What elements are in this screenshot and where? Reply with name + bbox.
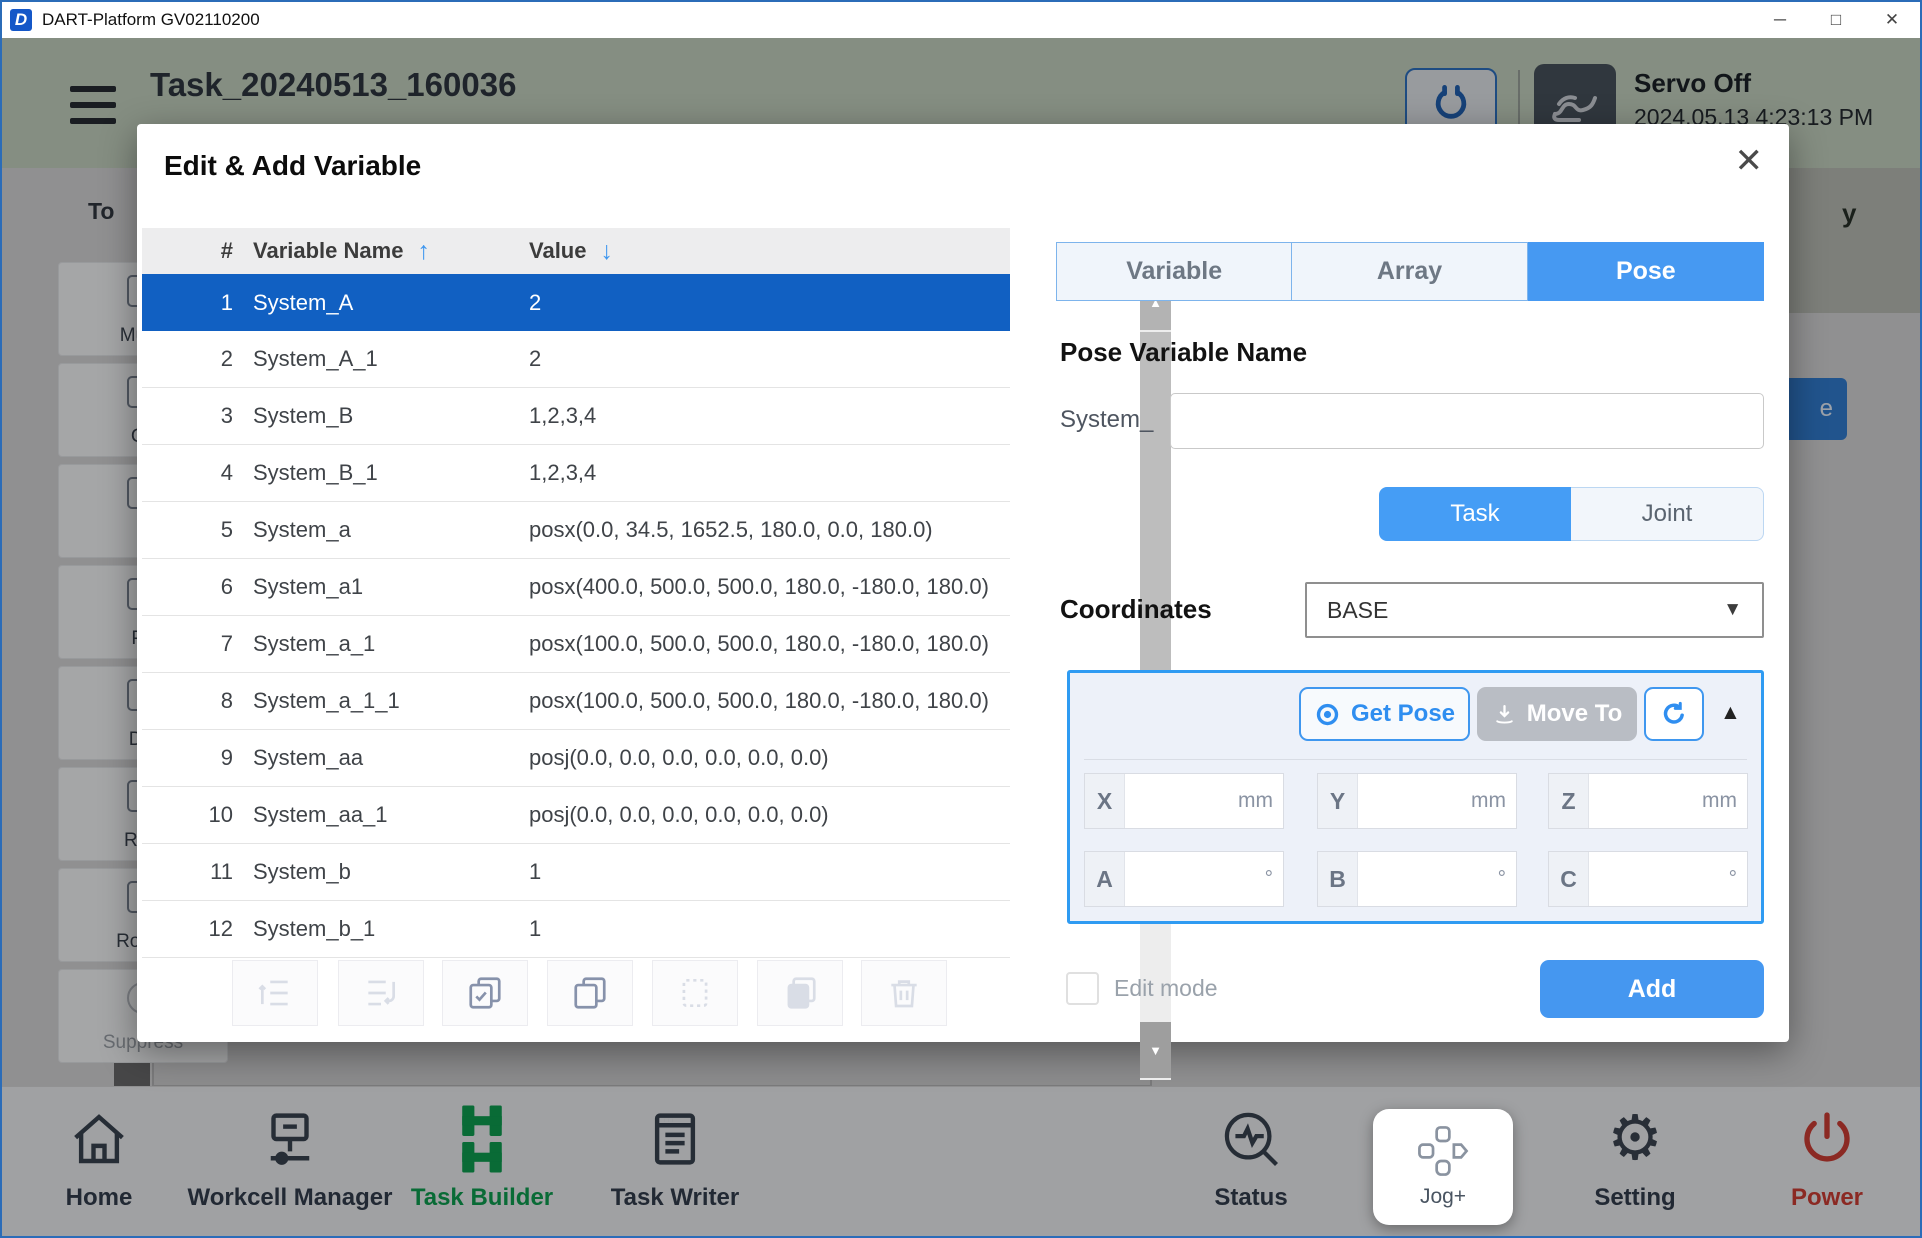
dialog-title: Edit & Add Variable xyxy=(164,150,421,182)
copy-icon xyxy=(571,974,609,1012)
col-header-index[interactable]: # xyxy=(142,238,237,264)
table-row[interactable]: 5 System_a posx(0.0, 34.5, 1652.5, 180.0… xyxy=(142,502,1010,559)
table-row[interactable]: 12 System_b_1 1 xyxy=(142,901,1010,958)
edit-mode-checkbox[interactable] xyxy=(1066,972,1099,1005)
table-row[interactable]: 8 System_a_1_1 posx(100.0, 500.0, 500.0,… xyxy=(142,673,1010,730)
delete-row-button[interactable] xyxy=(861,960,947,1026)
refresh-icon xyxy=(1659,699,1689,729)
trash-icon xyxy=(885,974,923,1012)
sort-descending-icon[interactable]: ↓ xyxy=(600,237,613,266)
window-minimize-button[interactable]: ─ xyxy=(1752,2,1808,38)
app-window: D DART-Platform GV02110200 ─ □ ✕ Task_20… xyxy=(0,0,1922,1238)
close-icon[interactable]: ✕ xyxy=(1735,144,1764,178)
variable-table: # Variable Name ↑ Value ↓ 1 System_A 2 2… xyxy=(142,228,1010,958)
variable-name-prefix: System_ xyxy=(1060,406,1153,434)
pose-b-field: B ° xyxy=(1317,851,1517,907)
refresh-pose-button[interactable] xyxy=(1644,687,1704,741)
table-header-row: # Variable Name ↑ Value ↓ xyxy=(142,228,1010,274)
pose-z-input[interactable] xyxy=(1589,774,1702,828)
window-title: DART-Platform GV02110200 xyxy=(42,10,260,30)
tab-variable[interactable]: Variable xyxy=(1056,242,1292,301)
coordinates-label: Coordinates xyxy=(1060,594,1212,625)
table-row[interactable]: 1 System_A 2 xyxy=(142,274,1010,331)
coordinates-dropdown[interactable]: BASE ▼ xyxy=(1305,582,1764,638)
indent-return-icon xyxy=(362,974,400,1012)
paste-button[interactable] xyxy=(757,960,843,1026)
select-copy-button[interactable] xyxy=(442,960,528,1026)
table-row[interactable]: 7 System_a_1 posx(100.0, 500.0, 500.0, 1… xyxy=(142,616,1010,673)
pose-mode-toggle: Task Joint xyxy=(1379,487,1764,541)
dart-logo-icon: D xyxy=(10,9,32,31)
pose-z-field: Z mm xyxy=(1548,773,1748,829)
tab-array[interactable]: Array xyxy=(1292,242,1527,301)
pose-y-field: Y mm xyxy=(1317,773,1517,829)
table-row[interactable]: 4 System_B_1 1,2,3,4 xyxy=(142,445,1010,502)
paste-outline-icon xyxy=(676,974,714,1012)
pose-a-field: A ° xyxy=(1084,851,1284,907)
table-row[interactable]: 2 System_A_1 2 xyxy=(142,331,1010,388)
pose-variable-name-heading: Pose Variable Name xyxy=(1060,337,1307,368)
add-button[interactable]: Add xyxy=(1540,960,1764,1018)
mode-tab-task[interactable]: Task xyxy=(1379,487,1571,541)
table-row[interactable]: 3 System_B 1,2,3,4 xyxy=(142,388,1010,445)
target-icon xyxy=(1314,701,1341,728)
pose-panel-divider xyxy=(1084,759,1747,760)
window-maximize-button[interactable]: □ xyxy=(1808,2,1864,38)
col-header-value[interactable]: Value ↓ xyxy=(517,237,1010,266)
pose-c-input[interactable] xyxy=(1589,852,1729,906)
chevron-down-icon: ▼ xyxy=(1723,599,1742,621)
outdent-icon xyxy=(256,974,294,1012)
get-pose-button[interactable]: Get Pose xyxy=(1299,687,1470,741)
edit-add-variable-dialog: Edit & Add Variable ✕ # Variable Name ↑ … xyxy=(137,124,1789,1042)
edit-mode-label: Edit mode xyxy=(1114,975,1218,1002)
col-header-name[interactable]: Variable Name ↑ xyxy=(237,237,517,266)
sort-ascending-icon[interactable]: ↑ xyxy=(417,237,430,266)
pose-x-input[interactable] xyxy=(1125,774,1238,828)
outdent-row-button[interactable] xyxy=(232,960,318,1026)
tab-pose[interactable]: Pose xyxy=(1528,242,1764,301)
jog-pad-icon xyxy=(1414,1122,1472,1180)
pose-input-panel: Get Pose Move To ▲ X mm Y mm xyxy=(1067,670,1764,924)
paste-filled-icon xyxy=(781,974,819,1012)
copy-button[interactable] xyxy=(547,960,633,1026)
download-icon xyxy=(1492,702,1517,727)
variable-type-tabs: Variable Array Pose xyxy=(1056,242,1764,301)
nav-jog-button[interactable]: Jog+ xyxy=(1373,1109,1513,1225)
mode-tab-joint[interactable]: Joint xyxy=(1571,487,1764,541)
table-row[interactable]: 9 System_aa posj(0.0, 0.0, 0.0, 0.0, 0.0… xyxy=(142,730,1010,787)
cut-button[interactable] xyxy=(652,960,738,1026)
pose-y-input[interactable] xyxy=(1358,774,1471,828)
collapse-icon[interactable]: ▲ xyxy=(1720,701,1741,725)
pose-b-input[interactable] xyxy=(1358,852,1498,906)
table-row[interactable]: 11 System_b 1 xyxy=(142,844,1010,901)
table-row[interactable]: 10 System_aa_1 posj(0.0, 0.0, 0.0, 0.0, … xyxy=(142,787,1010,844)
variable-name-input[interactable] xyxy=(1170,393,1764,449)
window-close-button[interactable]: ✕ xyxy=(1864,2,1920,38)
pose-x-field: X mm xyxy=(1084,773,1284,829)
indent-row-button[interactable] xyxy=(338,960,424,1026)
scroll-down-icon[interactable]: ▼ xyxy=(1140,1022,1171,1078)
window-titlebar: D DART-Platform GV02110200 ─ □ ✕ xyxy=(2,2,1920,38)
move-to-button[interactable]: Move To xyxy=(1477,687,1637,741)
pose-a-input[interactable] xyxy=(1125,852,1265,906)
table-row[interactable]: 6 System_a1 posx(400.0, 500.0, 500.0, 18… xyxy=(142,559,1010,616)
copy-check-icon xyxy=(466,974,504,1012)
pose-c-field: C ° xyxy=(1548,851,1748,907)
